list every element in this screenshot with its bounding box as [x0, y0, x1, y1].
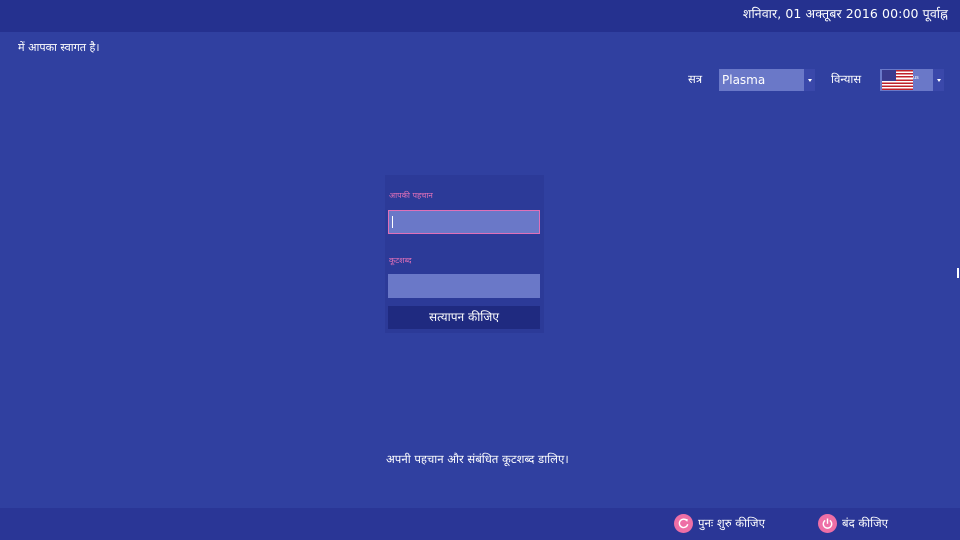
session-select[interactable]: Plasma [719, 69, 815, 91]
chevron-down-icon[interactable] [933, 69, 944, 91]
password-input[interactable] [388, 274, 540, 298]
us-flag-icon [882, 70, 913, 90]
session-label: सत्र [688, 72, 703, 86]
shutdown-label: बंद कीजिए [842, 516, 889, 530]
power-icon [818, 514, 837, 533]
welcome-message: में आपका स्वागत है। [18, 41, 100, 54]
flag-canton [882, 70, 896, 81]
top-bar: शनिवार, 01 अक्तूबर 2016 00:00 पूर्वाह्न [0, 0, 960, 32]
login-button[interactable]: सत्यापन कीजिए [388, 306, 540, 329]
keyboard-layout-select[interactable]: us [880, 69, 944, 91]
keyboard-layout-code: us [913, 75, 919, 81]
chevron-down-icon[interactable] [804, 69, 815, 91]
text-caret [392, 216, 393, 228]
session-value: Plasma [722, 73, 766, 87]
reboot-label: पुनः शुरु कीजिए [698, 516, 765, 530]
keyboard-layout-label: विन्यास [831, 72, 862, 86]
username-input[interactable] [388, 210, 540, 234]
bottom-bar: पुनः शुरु कीजिए बंद कीजिए [0, 508, 960, 540]
login-panel: आपकी पहचान कूटशब्द सत्यापन कीजिए [385, 175, 544, 333]
login-hint: अपनी पहचान और संबंधित कूटशब्द डालिए। [386, 452, 569, 466]
screen-edge-marker [957, 268, 959, 278]
date-time-display: शनिवार, 01 अक्तूबर 2016 00:00 पूर्वाह्न [742, 6, 948, 21]
username-label: आपकी पहचान [389, 191, 433, 200]
restart-icon [674, 514, 693, 533]
password-label: कूटशब्द [389, 256, 412, 265]
